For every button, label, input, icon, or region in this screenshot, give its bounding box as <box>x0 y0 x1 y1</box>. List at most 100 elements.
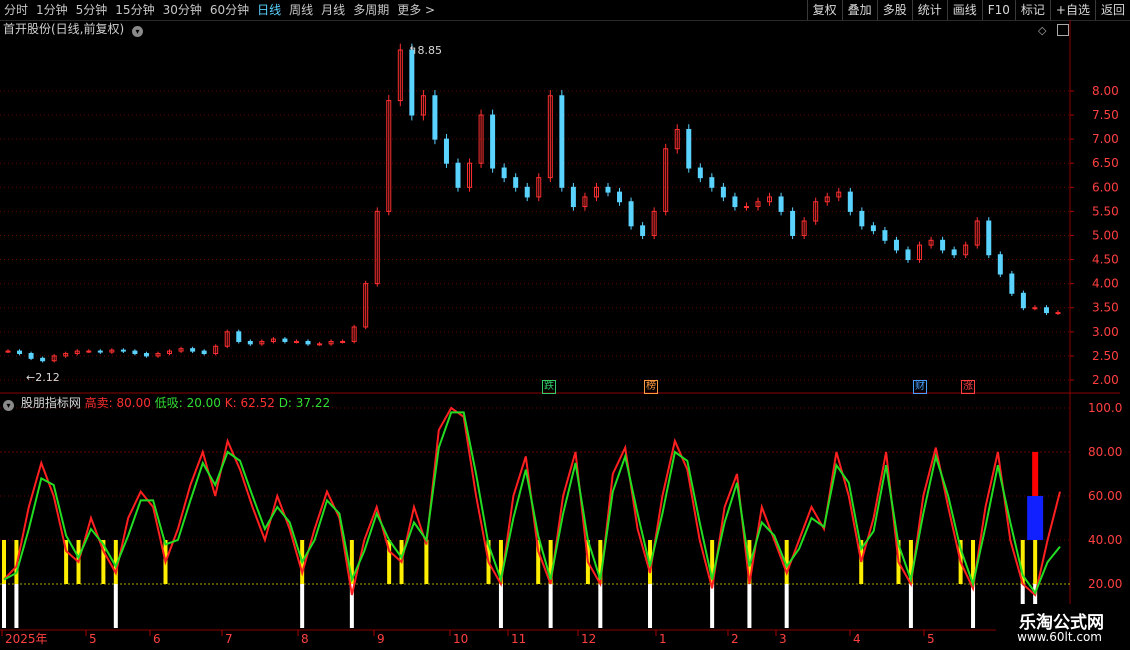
candle-body <box>432 95 438 140</box>
candle-body <box>1009 273 1015 294</box>
y-tick-label: 5.00 <box>1092 228 1119 242</box>
candle-body <box>86 350 92 353</box>
indicator-tick-label: 60.00 <box>1088 489 1122 503</box>
y-tick-label: 2.50 <box>1092 349 1119 363</box>
low-zone-bar <box>300 584 305 628</box>
event-marker-1[interactable]: 榜 <box>644 380 658 394</box>
y-tick-label: 2.00 <box>1092 373 1119 387</box>
y-tick-label: 7.50 <box>1092 108 1119 122</box>
low-zone-bar <box>747 584 752 628</box>
candle-body <box>870 225 876 232</box>
candle-body <box>5 350 11 353</box>
x-tick-label: 12 <box>581 632 596 646</box>
candle-body <box>951 249 957 256</box>
candle-body <box>570 186 576 208</box>
candle-body <box>1020 292 1026 309</box>
chart-canvas[interactable]: 8.00 7.50 7.00 6.50 6.00 5.50 5.00 4.50 4.00 3.50… <box>0 0 1130 650</box>
candle-body <box>605 186 611 193</box>
candle-body <box>40 357 46 362</box>
candle-body <box>859 210 865 227</box>
x-tick-label: 2025年 <box>5 632 48 646</box>
low-zone-bar <box>598 584 603 628</box>
candle-body <box>686 128 692 169</box>
low-zone-bar <box>648 584 653 628</box>
watermark-url: www.60lt.com <box>1017 630 1102 644</box>
candle-body <box>1055 312 1061 315</box>
candle-body <box>732 196 738 208</box>
candle-body <box>501 167 507 179</box>
buy-zone-bar <box>1033 540 1038 584</box>
candle-body <box>513 177 519 188</box>
candle-body <box>940 239 946 251</box>
candle-body <box>132 350 138 355</box>
x-tick-label: 9 <box>377 632 385 646</box>
indicator-name[interactable]: 股朋指标网 <box>21 396 81 410</box>
event-marker-3[interactable]: 涨 <box>961 380 975 394</box>
candle-body <box>143 353 149 357</box>
chevron-down-icon[interactable]: ▾ <box>3 400 14 411</box>
watermark-logo: 乐淘公式网 www.60lt.com <box>996 604 1130 650</box>
candle-body <box>317 343 323 346</box>
candle-body <box>409 49 415 116</box>
x-tick-label: 3 <box>779 632 787 646</box>
candle-body <box>628 201 634 227</box>
candle-body <box>455 162 461 188</box>
candle-body <box>282 338 288 342</box>
candle-body <box>247 340 253 345</box>
x-tick-label: 6 <box>153 632 161 646</box>
low-zone-bar <box>710 584 715 628</box>
candle-body <box>443 138 449 164</box>
x-tick-label: 8 <box>301 632 309 646</box>
low-zone-bar <box>908 584 913 628</box>
candle-body <box>986 220 992 256</box>
signal-bar-blue <box>1027 496 1044 540</box>
candle-body <box>1043 307 1049 314</box>
indicator-tick-label: 100.0 <box>1088 401 1122 415</box>
candle-body <box>743 206 749 209</box>
indicator-tick-label: 80.00 <box>1088 445 1122 459</box>
y-tick-label: 4.50 <box>1092 253 1119 267</box>
candle-body <box>17 350 23 355</box>
event-marker-0[interactable]: 跌 <box>542 380 556 394</box>
y-tick-label: 8.00 <box>1092 84 1119 98</box>
d-value-label: D: 37.22 <box>278 396 331 410</box>
candle-body <box>524 186 530 198</box>
candle-body <box>709 177 715 188</box>
event-marker-2[interactable]: 财 <box>913 380 927 394</box>
low-buy-label: 低吸: 20.00 <box>154 396 221 410</box>
low-price-label: ←2.12 <box>26 371 60 384</box>
low-zone-bar <box>14 584 19 628</box>
candle-body <box>490 114 496 169</box>
low-zone-bar <box>2 584 6 628</box>
candle-body <box>236 331 242 342</box>
candle-body <box>893 239 899 251</box>
candle-body <box>720 186 726 198</box>
candle-body <box>617 191 623 203</box>
x-tick-label: 7 <box>225 632 233 646</box>
candle-body <box>640 225 646 236</box>
indicator-tick-label: 40.00 <box>1088 533 1122 547</box>
x-tick-label: 10 <box>453 632 468 646</box>
low-zone-bar <box>784 584 789 628</box>
candle-body <box>293 340 299 343</box>
candle-body <box>28 353 34 359</box>
x-tick-label: 5 <box>89 632 97 646</box>
candle-body <box>697 167 703 179</box>
buy-zone-bar <box>424 540 429 584</box>
y-tick-label: 4.00 <box>1092 277 1119 291</box>
x-tick-label: 4 <box>853 632 861 646</box>
low-zone-bar <box>548 584 553 628</box>
candle-body <box>559 95 565 188</box>
y-tick-label: 6.00 <box>1092 180 1119 194</box>
candle-body <box>201 350 207 355</box>
y-tick-label: 5.50 <box>1092 204 1119 218</box>
high-sell-label: 高卖: 80.00 <box>84 396 151 410</box>
x-tick-label: 5 <box>927 632 935 646</box>
candle-body <box>778 196 784 212</box>
candle-body <box>305 340 311 345</box>
candle-body <box>905 249 911 261</box>
y-tick-label: 3.00 <box>1092 325 1119 339</box>
candle-body <box>882 230 888 241</box>
indicator-tick-label: 20.00 <box>1088 577 1122 591</box>
low-zone-bar <box>113 584 118 628</box>
